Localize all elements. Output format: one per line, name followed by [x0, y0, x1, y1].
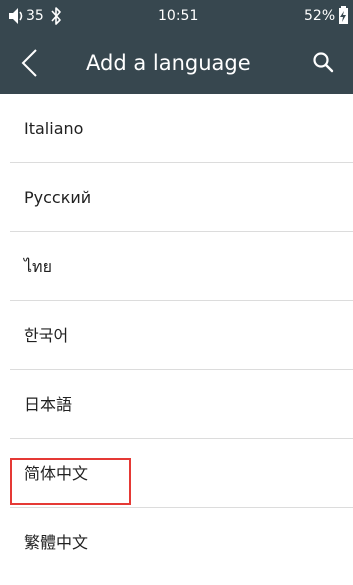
language-label: 日本語: [24, 395, 73, 414]
app-toolbar: Add a language: [0, 32, 353, 94]
clock: 10:51: [158, 8, 199, 24]
language-label: Русский: [24, 188, 92, 207]
chevron-left-icon: [21, 49, 37, 77]
language-item-korean[interactable]: 한국어: [0, 301, 353, 370]
language-item-simplified-chinese[interactable]: 简体中文: [0, 439, 353, 508]
language-label: 한국어: [24, 326, 69, 345]
bluetooth-icon: [50, 0, 62, 32]
language-label: Italiano: [24, 119, 84, 138]
language-item-russian[interactable]: Русский: [0, 163, 353, 232]
status-bar: 35 10:51 52%: [0, 0, 353, 32]
back-button[interactable]: [14, 42, 50, 84]
page-title: Add a language: [86, 51, 251, 75]
volume-icon: [8, 0, 24, 32]
language-item-japanese[interactable]: 日本語: [0, 370, 353, 439]
language-label: 简体中文: [24, 464, 89, 483]
language-item-italiano[interactable]: Italiano: [0, 94, 353, 163]
language-item-traditional-chinese[interactable]: 繁體中文: [0, 508, 353, 577]
search-button[interactable]: [309, 48, 339, 78]
volume-level: 35: [26, 8, 44, 24]
battery-percent: 52%: [304, 8, 336, 24]
battery-charging-icon: [338, 0, 349, 32]
language-label: 繁體中文: [24, 533, 89, 552]
language-item-thai[interactable]: ไทย: [0, 232, 353, 301]
language-label: ไทย: [24, 257, 52, 276]
language-list: Italiano Русский ไทย 한국어 日本語 简体中文 繁體中文: [0, 94, 353, 577]
search-icon: [313, 52, 334, 73]
